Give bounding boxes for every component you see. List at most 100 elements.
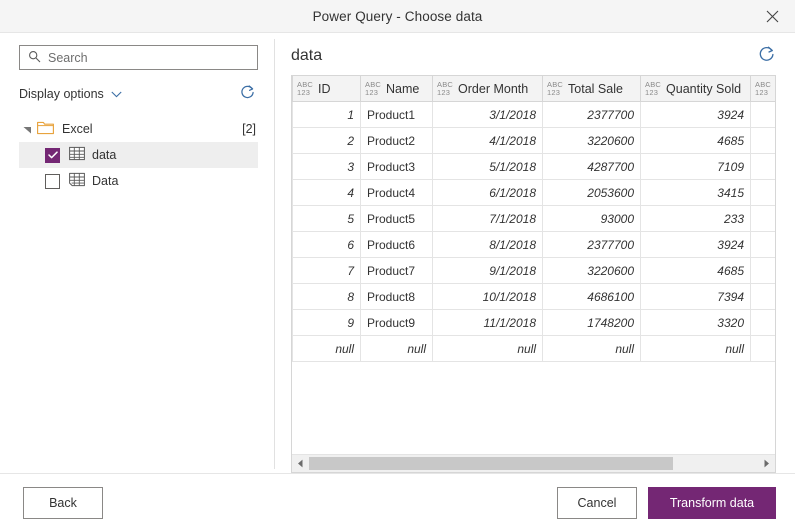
table-cell[interactable]: null [360, 335, 433, 362]
table-cell[interactable]: 4685 [640, 127, 751, 154]
checkbox-data-lower[interactable] [45, 147, 60, 163]
table-cell[interactable]: 8/1/2018 [432, 231, 543, 258]
column-header[interactable]: ABC 123 Name [360, 75, 433, 102]
table-cell[interactable]: Product9 [360, 309, 433, 336]
tree-item-data-lower[interactable]: data [19, 142, 258, 168]
table-cell[interactable] [750, 309, 775, 336]
scrollbar-thumb[interactable] [309, 457, 673, 470]
table-cell[interactable] [750, 205, 775, 232]
table-row[interactable]: 6 Product6 8/1/2018 2377700 3924 [292, 231, 775, 258]
table-cell[interactable]: 3415 [640, 179, 751, 206]
table-cell[interactable]: 1748200 [542, 309, 641, 336]
table-cell[interactable] [750, 283, 775, 310]
table-cell[interactable]: 4 [292, 179, 361, 206]
table-cell[interactable]: 1 [292, 101, 361, 128]
table-cell[interactable]: Product7 [360, 257, 433, 284]
table-cell[interactable]: Product5 [360, 205, 433, 232]
table-cell[interactable]: 233 [640, 205, 751, 232]
back-button[interactable]: Back [23, 486, 103, 519]
refresh-button-sidebar[interactable] [239, 84, 258, 104]
table-cell[interactable] [750, 101, 775, 128]
tree-node-excel[interactable]: Excel [2] [19, 116, 258, 142]
table-cell[interactable] [750, 231, 775, 258]
table-cell[interactable]: 7 [292, 257, 361, 284]
table-header-row: ABC 123 ID ABC 123 Name ABC 123 Order Month ABC 12… [292, 75, 775, 102]
table-cell[interactable]: Product3 [360, 153, 433, 180]
table-cell[interactable]: Product2 [360, 127, 433, 154]
scroll-right-button[interactable] [758, 455, 775, 472]
table-row[interactable]: 4 Product4 6/1/2018 2053600 3415 [292, 179, 775, 206]
table-cell[interactable]: 5 [292, 205, 361, 232]
expander-expanded-icon[interactable] [19, 125, 35, 134]
search-input[interactable] [48, 50, 249, 65]
table-row[interactable]: 7 Product7 9/1/2018 3220600 4685 [292, 257, 775, 284]
folder-icon [37, 121, 54, 138]
tree-item-data-upper[interactable]: Data [19, 168, 258, 194]
table-cell[interactable]: 9 [292, 309, 361, 336]
column-header-label: Name [386, 81, 420, 96]
table-row[interactable]: 8 Product8 10/1/2018 4686100 7394 [292, 283, 775, 310]
column-header[interactable]: ABC 123 Order Month [432, 75, 543, 102]
column-header[interactable]: ABC 123 Total Sale [542, 75, 641, 102]
table-cell[interactable]: null [292, 335, 361, 362]
cancel-button[interactable]: Cancel [557, 486, 637, 519]
table-cell[interactable] [750, 153, 775, 180]
table-cell[interactable]: 7/1/2018 [432, 205, 543, 232]
table-row[interactable]: 5 Product5 7/1/2018 93000 233 [292, 205, 775, 232]
table-cell[interactable]: 6/1/2018 [432, 179, 543, 206]
column-header[interactable]: ABC123T [750, 75, 775, 102]
table-cell[interactable]: 2377700 [542, 101, 641, 128]
table-row[interactable]: 1 Product1 3/1/2018 2377700 3924 [292, 101, 775, 128]
table-cell[interactable]: 9/1/2018 [432, 257, 543, 284]
table-row[interactable]: 2 Product2 4/1/2018 3220600 4685 [292, 127, 775, 154]
table-cell[interactable] [750, 335, 775, 362]
table-cell[interactable]: 8 [292, 283, 361, 310]
close-button[interactable] [749, 0, 795, 32]
table-cell[interactable]: 7394 [640, 283, 751, 310]
table-cell[interactable]: 3 [292, 153, 361, 180]
table-cell[interactable]: 3/1/2018 [432, 101, 543, 128]
table-cell[interactable]: null [640, 335, 751, 362]
checkbox-data-upper[interactable] [45, 173, 60, 189]
table-cell[interactable]: 3924 [640, 231, 751, 258]
table-cell[interactable]: 93000 [542, 205, 641, 232]
table-cell[interactable]: 3924 [640, 101, 751, 128]
table-cell[interactable]: Product4 [360, 179, 433, 206]
table-cell[interactable]: 3220600 [542, 257, 641, 284]
refresh-button-preview[interactable] [757, 45, 776, 67]
table-cell[interactable]: null [432, 335, 543, 362]
scroll-left-button[interactable] [292, 455, 309, 472]
display-options-button[interactable]: Display options [19, 87, 122, 101]
table-cell[interactable] [750, 257, 775, 284]
table-cell[interactable]: Product8 [360, 283, 433, 310]
table-cell[interactable]: 2 [292, 127, 361, 154]
table-cell[interactable]: 4685 [640, 257, 751, 284]
table-cell[interactable]: Product6 [360, 231, 433, 258]
horizontal-scrollbar[interactable] [292, 454, 775, 472]
table-row[interactable]: 3 Product3 5/1/2018 4287700 7109 [292, 153, 775, 180]
table-cell[interactable]: 2377700 [542, 231, 641, 258]
scrollbar-track[interactable] [309, 455, 758, 472]
table-cell[interactable]: null [542, 335, 641, 362]
table-cell[interactable]: 10/1/2018 [432, 283, 543, 310]
table-cell[interactable]: 4287700 [542, 153, 641, 180]
table-cell[interactable]: 4686100 [542, 283, 641, 310]
preview-title: data [291, 47, 323, 64]
column-header[interactable]: ABC 123 Quantity Sold [640, 75, 751, 102]
table-row[interactable]: null null null null null [292, 335, 775, 362]
table-cell[interactable]: 11/1/2018 [432, 309, 543, 336]
search-box[interactable] [19, 45, 258, 70]
column-header[interactable]: ABC 123 ID [292, 75, 361, 102]
table-cell[interactable]: 7109 [640, 153, 751, 180]
table-cell[interactable]: 4/1/2018 [432, 127, 543, 154]
table-cell[interactable]: 2053600 [542, 179, 641, 206]
table-row[interactable]: 9 Product9 11/1/2018 1748200 3320 [292, 309, 775, 336]
table-cell[interactable]: 5/1/2018 [432, 153, 543, 180]
table-cell[interactable] [750, 127, 775, 154]
table-cell[interactable]: 6 [292, 231, 361, 258]
transform-data-button[interactable]: Transform data [648, 486, 776, 519]
table-cell[interactable]: 3320 [640, 309, 751, 336]
table-cell[interactable]: 3220600 [542, 127, 641, 154]
table-cell[interactable]: Product1 [360, 101, 433, 128]
table-cell[interactable] [750, 179, 775, 206]
